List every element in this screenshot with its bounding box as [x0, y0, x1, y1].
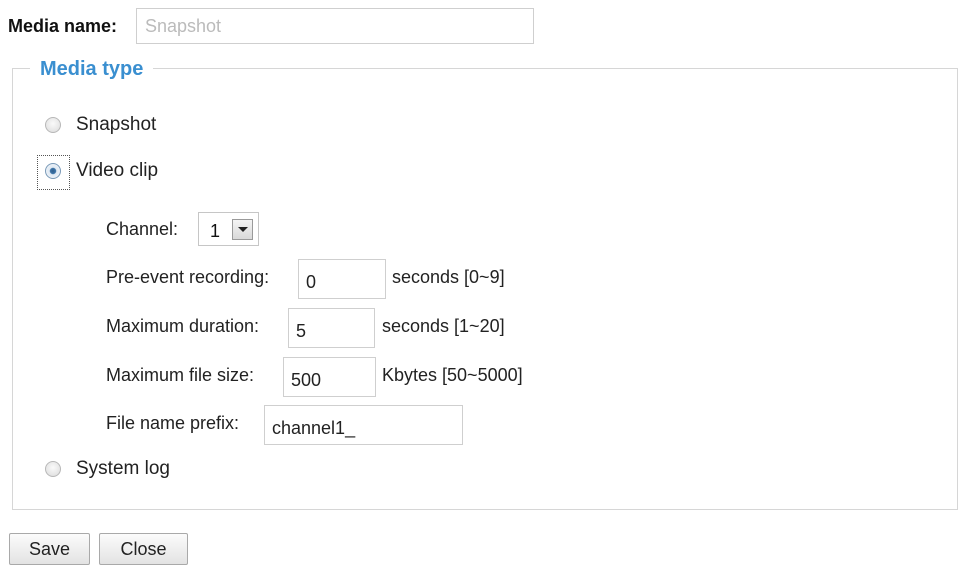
- media-name-label: Media name:: [8, 16, 118, 36]
- max-duration-input[interactable]: [288, 308, 375, 348]
- system-log-radio-label[interactable]: System log: [76, 458, 170, 480]
- max-duration-hint: seconds [1~20]: [382, 316, 505, 336]
- video-clip-radio[interactable]: [45, 163, 61, 179]
- media-name-input[interactable]: [136, 8, 534, 44]
- max-duration-label: Maximum duration:: [106, 316, 260, 336]
- max-file-size-input[interactable]: [283, 357, 376, 397]
- channel-label: Channel:: [106, 219, 179, 239]
- file-prefix-input[interactable]: [264, 405, 463, 445]
- pre-event-hint: seconds [0~9]: [392, 267, 505, 287]
- channel-select-value: 1: [210, 221, 221, 241]
- video-clip-radio-label[interactable]: Video clip: [76, 160, 158, 182]
- file-prefix-label: File name prefix:: [106, 413, 240, 433]
- chevron-down-icon[interactable]: [232, 219, 253, 240]
- system-log-radio[interactable]: [45, 461, 61, 477]
- pre-event-input[interactable]: [298, 259, 386, 299]
- pre-event-label: Pre-event recording:: [106, 267, 270, 287]
- snapshot-radio-label[interactable]: Snapshot: [76, 114, 156, 136]
- media-type-legend: Media type: [30, 57, 154, 81]
- close-button[interactable]: Close: [99, 533, 188, 565]
- max-file-size-hint: Kbytes [50~5000]: [382, 365, 523, 385]
- snapshot-radio[interactable]: [45, 117, 61, 133]
- max-file-size-label: Maximum file size:: [106, 365, 255, 385]
- save-button[interactable]: Save: [9, 533, 90, 565]
